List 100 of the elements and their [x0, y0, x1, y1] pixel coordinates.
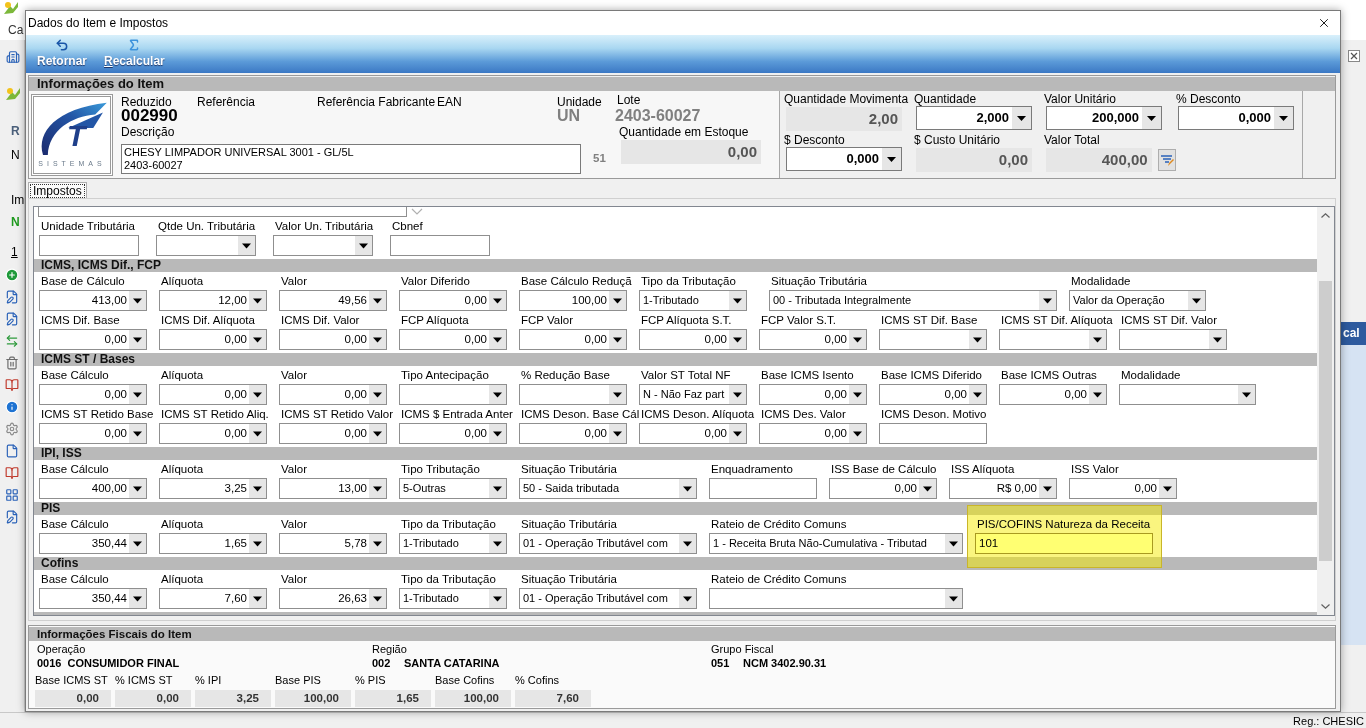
dropdown-field[interactable]: 0,00	[1069, 478, 1177, 499]
dropdown-field[interactable]: 0,00	[279, 384, 387, 405]
dropdown-field[interactable]: 413,00	[39, 290, 147, 311]
dropdown-field[interactable]: 3,25	[159, 478, 267, 499]
dropdown-field[interactable]: 1-Tributado	[399, 533, 507, 554]
dropdown-field[interactable]: 49,56	[279, 290, 387, 311]
info-icon[interactable]	[5, 400, 19, 414]
dropdown-field[interactable]: 100,00	[519, 290, 627, 311]
menu-item[interactable]: Ca	[8, 21, 24, 39]
readonly-field: 1,65	[355, 690, 431, 707]
input-field[interactable]	[709, 478, 817, 499]
scrollbar[interactable]	[1317, 207, 1334, 615]
dropdown-field[interactable]: 0,00	[519, 423, 627, 444]
dropdown-field[interactable]: 01 - Operação Tributável com	[519, 588, 697, 609]
field-label: ICMS Dif. Valor	[280, 313, 360, 327]
dropdown-field[interactable]	[1119, 329, 1227, 350]
dropdown-field[interactable]: 12,00	[159, 290, 267, 311]
file-edit-icon[interactable]	[5, 290, 19, 304]
dropdown-field[interactable]: 5-Outras	[399, 478, 507, 499]
dropdown-field[interactable]: 0,00	[39, 329, 147, 350]
file-edit-icon[interactable]	[5, 510, 19, 524]
field-label: $ Custo Unitário	[914, 133, 1001, 147]
input-field[interactable]	[39, 235, 139, 256]
input-field[interactable]: 101	[975, 533, 1153, 554]
dropdown-field[interactable]: 0,000	[786, 147, 902, 171]
field-label: Valor ST Total NF	[640, 368, 731, 382]
field-label: Base ICMS Outras	[1000, 368, 1097, 382]
dropdown-field[interactable]: 0,00	[759, 384, 867, 405]
dropdown-field[interactable]: 0,00	[639, 329, 747, 350]
dropdown-field[interactable]: 7,60	[159, 588, 267, 609]
dropdown-field[interactable]: 0,00	[39, 423, 147, 444]
dropdown-field[interactable]: 0,000	[1178, 106, 1294, 130]
dropdown-field[interactable]	[1119, 384, 1256, 405]
dropdown-field[interactable]: 5,78	[279, 533, 387, 554]
dropdown-field[interactable]: 0,00	[39, 384, 147, 405]
dropdown-field[interactable]	[399, 384, 507, 405]
window-title: Dados do Item e Impostos	[27, 15, 169, 32]
dropdown-field[interactable]: 0,00	[159, 423, 267, 444]
field-label: Alíquota	[160, 462, 204, 476]
trash-icon[interactable]	[5, 356, 19, 370]
book-icon[interactable]	[5, 378, 19, 392]
input-field[interactable]	[390, 235, 490, 256]
plus-circle-icon[interactable]	[5, 268, 19, 282]
field-label: Rateio de Crédito Comuns	[710, 572, 847, 586]
scrollbar-thumb[interactable]	[1319, 281, 1332, 561]
book-icon[interactable]	[5, 466, 19, 480]
dropdown-field[interactable]: 0,00	[279, 423, 387, 444]
field-label: ICMS ST Dif. Base	[880, 313, 978, 327]
dropdown-field[interactable]: Valor da Operação	[1069, 290, 1206, 311]
dropdown-field[interactable]: 0,00	[279, 329, 387, 350]
dropdown-field[interactable]: 350,44	[39, 533, 147, 554]
app-icon	[5, 87, 21, 101]
edit-button[interactable]	[1157, 149, 1176, 171]
dropdown-field[interactable]: 1 - Receita Bruta Não-Cumulativa - Tributad	[709, 533, 963, 554]
dropdown-field[interactable]: 0,00	[759, 423, 867, 444]
file-edit-icon[interactable]	[5, 312, 19, 326]
dropdown-field[interactable]: 400,00	[39, 478, 147, 499]
dropdown-field[interactable]: 0,00	[159, 329, 267, 350]
dropdown-field[interactable]: 13,00	[279, 478, 387, 499]
building-icon[interactable]	[6, 50, 20, 64]
tab[interactable]: Impostos	[28, 182, 87, 198]
dropdown-field[interactable]	[709, 588, 963, 609]
dropdown-field[interactable]: 0,00	[519, 329, 627, 350]
dropdown-field[interactable]: 1,65	[159, 533, 267, 554]
dropdown-field[interactable]: 01 - Operação Tributável com	[519, 533, 697, 554]
dropdown-field[interactable]: 26,63	[279, 588, 387, 609]
dropdown-field[interactable]: 0,00	[159, 384, 267, 405]
field-label: ISS Alíquota	[950, 462, 1015, 476]
dropdown-field[interactable]: 1-Tributado	[399, 588, 507, 609]
dropdown-field[interactable]: 1-Tributado	[639, 290, 747, 311]
dropdown-field[interactable]	[156, 235, 256, 256]
dropdown-field[interactable]	[999, 329, 1107, 350]
grid-icon[interactable]	[5, 488, 19, 502]
dropdown-field[interactable]: 0,00	[879, 384, 987, 405]
dropdown-field[interactable]: 0,00	[399, 423, 507, 444]
dropdown-field[interactable]: 0,00	[399, 290, 507, 311]
file-icon[interactable]	[5, 444, 19, 458]
dropdown-field[interactable]: 200,000	[1046, 106, 1162, 130]
dropdown-field[interactable]: 0,00	[399, 329, 507, 350]
input-field[interactable]	[38, 207, 407, 217]
dropdown-field[interactable]	[519, 384, 627, 405]
dropdown-field[interactable]: 00 - Tributada Integralmente	[769, 290, 1057, 311]
dropdown-field[interactable]: 0,00	[999, 384, 1107, 405]
dropdown-field[interactable]: 50 - Saida tributada	[519, 478, 697, 499]
close-icon[interactable]	[1348, 50, 1360, 62]
dropdown-field[interactable]: 0,00	[829, 478, 937, 499]
dropdown-field[interactable]: 2,000	[916, 106, 1032, 130]
dropdown-field[interactable]: 350,44	[39, 588, 147, 609]
dropdown-field[interactable]	[273, 235, 373, 256]
dropdown-field[interactable]	[879, 329, 987, 350]
field-label: Tipo da Tributação	[640, 274, 736, 288]
field-label: Rateio de Crédito Comuns	[710, 517, 847, 531]
arrows-icon[interactable]	[5, 334, 19, 348]
dropdown-field[interactable]: N - Não Faz part	[639, 384, 747, 405]
settings-icon[interactable]	[5, 422, 19, 436]
dropdown-field[interactable]: 0,00	[759, 329, 867, 350]
dropdown-field[interactable]: R$ 0,00	[949, 478, 1057, 499]
dropdown-field[interactable]: 0,00	[639, 423, 747, 444]
input-field[interactable]	[879, 423, 987, 444]
description-field[interactable]: CHESY LIMPADOR UNIVERSAL 3001 - GL/5L 2403-60027	[121, 144, 581, 174]
